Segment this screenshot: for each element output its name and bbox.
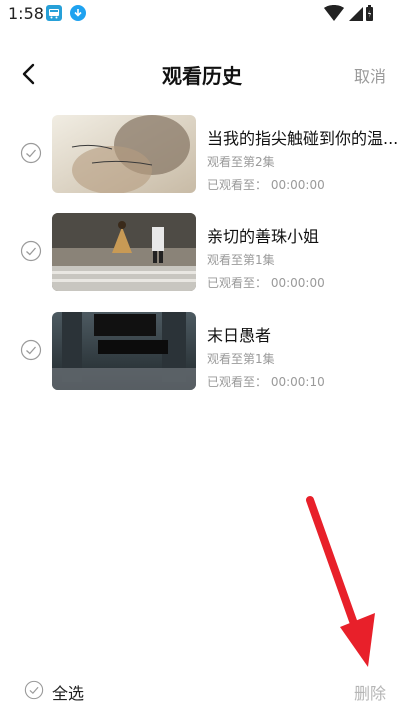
check-circle-icon[interactable]: [20, 339, 42, 361]
page-title: 观看历史: [162, 64, 242, 88]
video-title: 末日愚者: [207, 326, 272, 345]
battery-icon: [366, 5, 373, 21]
wifi-icon: [324, 5, 344, 21]
download-icon: [70, 5, 86, 21]
history-item[interactable]: 末日愚者 观看至第1集 已观看至： 00:00:10: [0, 312, 404, 394]
annotation-arrow-icon: [306, 496, 375, 667]
signal-icon: [349, 7, 363, 21]
select-all-label: 全选: [52, 684, 85, 703]
progress-text: 已观看至： 00:00:00: [207, 178, 325, 192]
video-thumbnail[interactable]: [52, 115, 196, 193]
history-item[interactable]: 亲切的善珠小姐 观看至第1集 已观看至： 00:00:00: [0, 213, 404, 295]
video-thumbnail[interactable]: [52, 312, 196, 390]
system-status-icons: [324, 5, 373, 21]
progress-text: 已观看至： 00:00:10: [207, 375, 325, 389]
history-item[interactable]: 当我的指尖触碰到你的温... 观看至第2集 已观看至： 00:00:00: [0, 115, 404, 197]
video-thumbnail[interactable]: [52, 213, 196, 291]
status-time: 1:58: [8, 4, 44, 23]
check-circle-icon[interactable]: [20, 240, 42, 262]
episode-text: 观看至第1集: [207, 253, 275, 267]
header: 观看历史 取消: [0, 48, 404, 98]
check-circle-icon[interactable]: [20, 142, 42, 164]
delete-button[interactable]: 删除: [354, 680, 386, 704]
episode-text: 观看至第2集: [207, 155, 275, 169]
status-bar: 1:58: [0, 0, 404, 28]
bottom-bar: 全选 删除: [0, 672, 404, 712]
episode-text: 观看至第1集: [207, 352, 275, 366]
check-circle-icon: [24, 680, 44, 700]
progress-text: 已观看至： 00:00:00: [207, 276, 325, 290]
video-title: 当我的指尖触碰到你的温...: [207, 129, 397, 148]
video-title: 亲切的善珠小姐: [207, 227, 320, 246]
app-notification-icon: [46, 5, 62, 21]
cancel-button[interactable]: 取消: [354, 63, 386, 87]
